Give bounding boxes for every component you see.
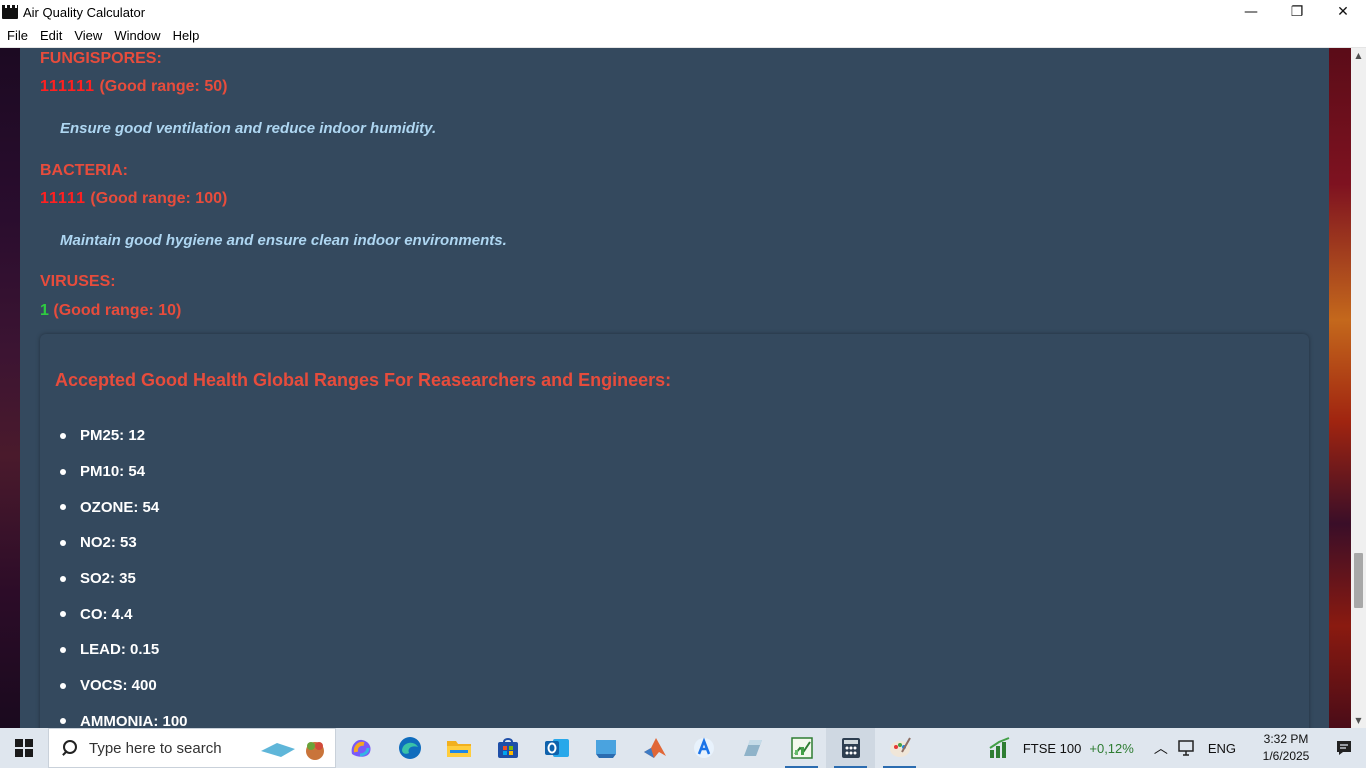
global-ranges-title: Accepted Good Health Global Ranges For R… [55,370,672,390]
window-title: Air Quality Calculator [23,4,146,20]
list-item: PM25: 12 [55,418,188,454]
menu-window[interactable]: Window [108,28,166,43]
taskbar: Type here to search FTSE 100 +0,12% ︿ EN… [0,728,1366,768]
clock[interactable]: 3:32 PM 1/6/2025 [1250,731,1322,765]
reading-value-viruses: 1 (Good range: 10) [40,302,181,320]
paint-icon[interactable] [875,728,924,768]
list-item: PM10: 54 [55,454,188,490]
reading-value-bacteria: 11111 (Good range: 100) [40,190,227,208]
reading-label-bacteria: BACTERIA: [40,162,128,179]
menu-edit[interactable]: Edit [34,28,68,43]
vertical-scrollbar[interactable]: ▲ ▼ [1351,48,1366,728]
list-item: NO2: 53 [55,525,188,561]
copilot-icon[interactable] [336,728,385,768]
clock-time: 3:32 PM [1263,732,1309,746]
show-hidden-icons-chevron-icon[interactable]: ︿ [1154,738,1168,758]
network-icon[interactable] [1176,739,1196,757]
language-indicator[interactable]: ENG [1208,741,1236,756]
matlab-icon[interactable] [630,728,679,768]
reading-marks: 1 [40,302,49,319]
store-icon[interactable] [483,728,532,768]
reading-advice-bacteria: Maintain good hygiene and ensure clean i… [60,232,507,249]
menu-help[interactable]: Help [167,28,206,43]
notifications-icon[interactable] [1322,728,1366,768]
reading-marks: 111111 [40,78,95,95]
stock-chart-icon [989,737,1010,758]
search-icon [61,740,77,756]
menu-view[interactable]: View [68,28,108,43]
desktop-wallpaper-right [1329,48,1351,728]
taskbar-search[interactable]: Type here to search [48,728,336,768]
chart-app-icon[interactable] [777,728,826,768]
list-item: AMMONIA: 100 [55,704,188,728]
scrollbar-thumb[interactable] [1354,553,1363,608]
list-item: LEAD: 0.15 [55,632,188,668]
global-ranges-list: PM25: 12 PM10: 54 OZONE: 54 NO2: 53 SO2:… [55,418,188,728]
desktop-wallpaper-left [0,48,20,728]
stock-ticker-change[interactable]: +0,12% [1089,741,1133,756]
list-item: VOCS: 400 [55,668,188,704]
close-button[interactable]: ✕ [1320,0,1366,24]
reading-range: (Good range: 10) [53,302,182,319]
maximize-button[interactable]: ❐ [1274,0,1320,24]
global-ranges-card: Accepted Good Health Global Ranges For R… [40,334,1309,728]
list-item: CO: 4.4 [55,596,188,632]
search-placeholder: Type here to search [89,739,222,757]
menu-bar: File Edit View Window Help [0,24,1366,48]
start-button[interactable] [0,728,48,768]
reading-label-viruses: VIRUSES: [40,273,116,290]
app-icon[interactable] [728,728,777,768]
scroll-down-arrow-icon[interactable]: ▼ [1351,713,1366,728]
reading-label-fungispores: FUNGISPORES: [40,50,162,67]
app-icon [2,5,18,19]
reading-range: (Good range: 50) [99,78,228,95]
app-icon[interactable] [679,728,728,768]
search-highlight-icon [261,742,324,760]
file-explorer-icon[interactable] [434,728,483,768]
minimize-button[interactable]: — [1228,0,1274,24]
reading-advice-fungispores: Ensure good ventilation and reduce indoo… [60,120,437,137]
menu-file[interactable]: File [0,28,34,43]
results-panel: FUNGISPORES: 111111 (Good range: 50) Ens… [20,48,1329,728]
stock-ticker-name[interactable]: FTSE 100 [1023,741,1082,756]
clock-date: 1/6/2025 [1262,749,1310,763]
app-icon[interactable] [581,728,630,768]
window-controls: — ❐ ✕ [1228,0,1366,24]
list-item: SO2: 35 [55,561,188,597]
system-tray: FTSE 100 +0,12% ︿ ENG 3:32 PM 1/6/2025 [987,728,1366,768]
reading-marks: 11111 [40,190,86,207]
list-item: OZONE: 54 [55,489,188,525]
reading-value-fungispores: 111111 (Good range: 50) [40,78,227,96]
windows-logo-icon [15,739,33,757]
calculator-app-icon[interactable] [826,728,875,768]
reading-range: (Good range: 100) [90,190,228,207]
edge-icon[interactable] [385,728,434,768]
scroll-up-arrow-icon[interactable]: ▲ [1351,48,1366,63]
outlook-icon[interactable] [532,728,581,768]
title-bar: Air Quality Calculator — ❐ ✕ [0,0,1366,24]
